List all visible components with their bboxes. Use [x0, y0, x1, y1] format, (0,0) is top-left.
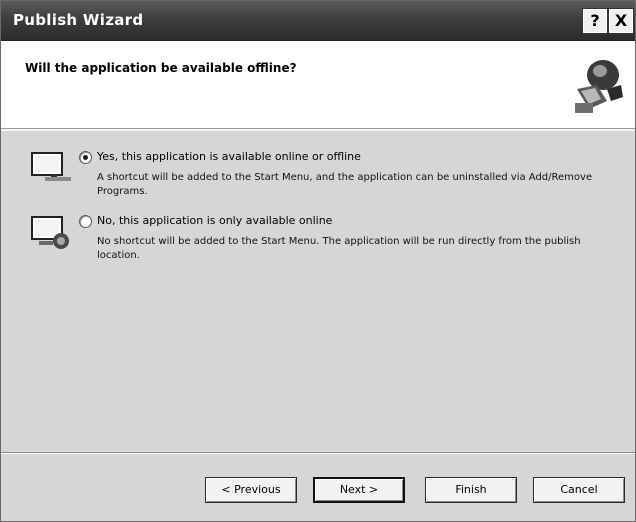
wizard-graphic-icon — [575, 60, 623, 113]
footer-divider-highlight — [1, 453, 635, 454]
publish-wizard-window: Publish Wizard ? X Will the application … — [0, 0, 636, 522]
computer-online-icon — [31, 216, 69, 249]
option-offline-description: A shortcut will be added to the Start Me… — [97, 172, 593, 197]
cancel-button[interactable]: Cancel — [533, 477, 625, 503]
finish-button[interactable]: Finish — [425, 477, 517, 503]
wizard-header: Will the application be available offlin… — [1, 41, 635, 129]
radio-online[interactable] — [79, 215, 92, 228]
header-divider — [1, 129, 635, 131]
option-online-description: No shortcut will be added to the Start M… — [97, 236, 581, 261]
previous-button[interactable]: < Previous — [205, 477, 297, 503]
window-title: Publish Wizard — [13, 11, 144, 29]
option-offline-label[interactable]: Yes, this application is available onlin… — [97, 150, 361, 163]
radio-offline[interactable] — [79, 151, 92, 164]
computer-offline-icon — [31, 152, 71, 181]
help-button[interactable]: ? — [582, 8, 608, 34]
option-online-label[interactable]: No, this application is only available o… — [97, 214, 332, 227]
page-question: Will the application be available offlin… — [25, 61, 297, 75]
title-bar[interactable]: Publish Wizard ? X — [1, 1, 635, 41]
next-button[interactable]: Next > — [313, 477, 405, 503]
close-button[interactable]: X — [608, 8, 634, 34]
